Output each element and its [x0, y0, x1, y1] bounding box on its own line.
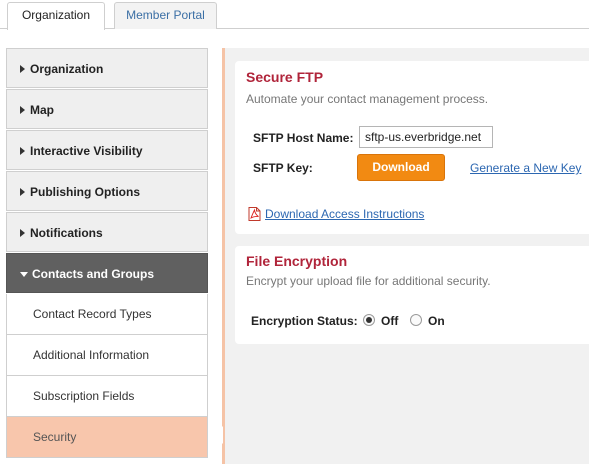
sidebar-item-label: Notifications	[30, 226, 103, 240]
encryption-on-label: On	[428, 314, 445, 328]
triangle-right-icon	[20, 229, 25, 237]
selection-pointer	[214, 426, 223, 444]
sidebar-item-label: Map	[30, 103, 54, 117]
sidebar-subitem-additional-information[interactable]: Additional Information	[6, 335, 208, 376]
generate-key-link[interactable]: Generate a New Key	[470, 161, 581, 175]
triangle-right-icon	[20, 65, 25, 73]
download-instructions-link[interactable]: Download Access Instructions	[265, 207, 424, 221]
sftp-host-field[interactable]: sftp-us.everbridge.net	[359, 126, 493, 148]
encryption-on-radio[interactable]	[410, 314, 422, 326]
encryption-status-label: Encryption Status:	[251, 314, 358, 328]
secure-ftp-title: Secure FTP	[246, 69, 324, 85]
encryption-off-radio[interactable]	[363, 314, 375, 326]
sidebar-item-label: Contacts and Groups	[32, 267, 155, 281]
sidebar-item-organization[interactable]: Organization	[6, 48, 208, 88]
sidebar-subitem-security[interactable]: Security	[6, 417, 208, 458]
sidebar-item-notifications[interactable]: Notifications	[6, 212, 208, 252]
sftp-key-label: SFTP Key:	[253, 161, 313, 175]
download-button[interactable]: Download	[357, 154, 445, 181]
tab-bar: Organization Member Portal	[0, 0, 589, 30]
sidebar-item-label: Interactive Visibility	[30, 144, 143, 158]
sidebar-item-publishing-options[interactable]: Publishing Options	[6, 171, 208, 211]
tab-member-portal[interactable]: Member Portal	[114, 2, 217, 29]
sidebar-item-contacts-and-groups[interactable]: Contacts and Groups	[6, 253, 208, 293]
file-encryption-description: Encrypt your upload file for additional …	[246, 274, 491, 288]
sidebar-item-label: Organization	[30, 62, 104, 76]
sidebar-item-label: Publishing Options	[30, 185, 140, 199]
sidebar-item-interactive-visibility[interactable]: Interactive Visibility	[6, 130, 208, 170]
file-encryption-card: File Encryption Encrypt your upload file…	[235, 246, 589, 344]
triangle-right-icon	[20, 106, 25, 114]
triangle-right-icon	[20, 188, 25, 196]
triangle-down-icon	[20, 272, 28, 277]
encryption-off-label: Off	[381, 314, 399, 328]
sidebar-subitem-contact-record-types[interactable]: Contact Record Types	[6, 294, 208, 335]
triangle-right-icon	[20, 147, 25, 155]
tab-organization[interactable]: Organization	[7, 2, 105, 30]
file-encryption-title: File Encryption	[246, 253, 348, 269]
sidebar: Organization Map Interactive Visibility …	[6, 48, 208, 464]
secure-ftp-card: Secure FTP Automate your contact managem…	[235, 61, 589, 234]
secure-ftp-description: Automate your contact management process…	[246, 92, 489, 106]
sidebar-item-map[interactable]: Map	[6, 89, 208, 129]
main-panel: Secure FTP Automate your contact managem…	[222, 48, 589, 464]
pdf-icon	[248, 207, 261, 221]
sidebar-subitem-subscription-fields[interactable]: Subscription Fields	[6, 376, 208, 417]
sftp-host-label: SFTP Host Name:	[253, 131, 354, 145]
